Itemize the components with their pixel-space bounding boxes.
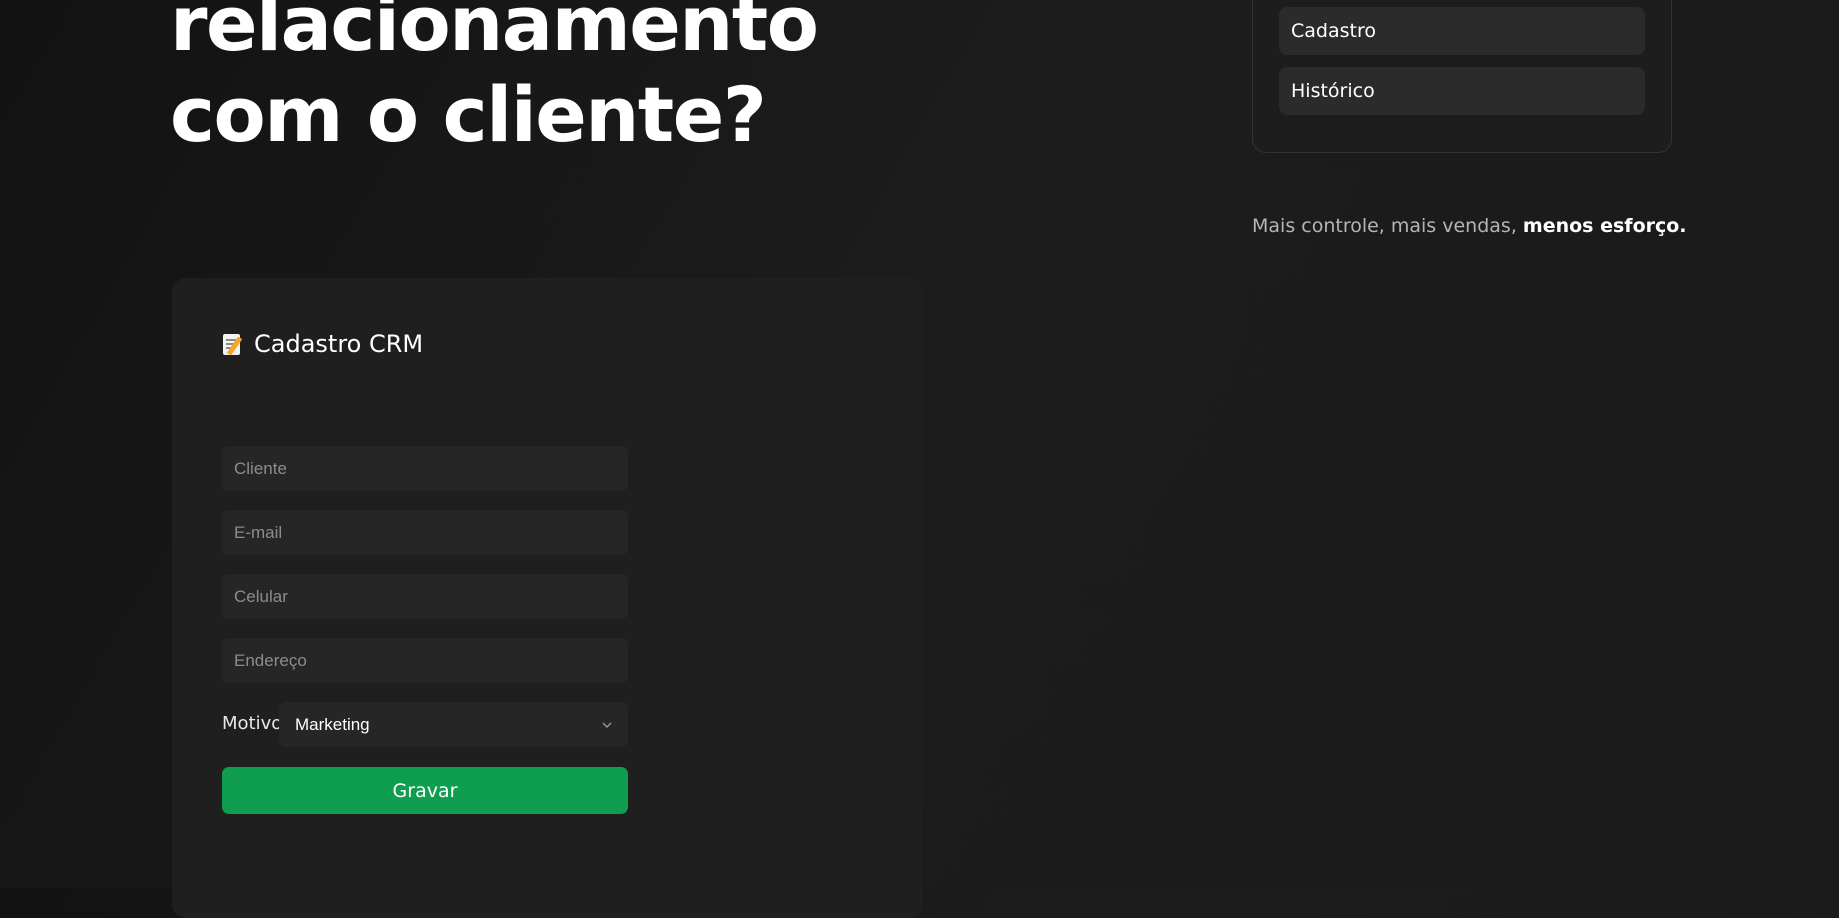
email-input[interactable] xyxy=(222,510,628,555)
cliente-input[interactable] xyxy=(222,446,628,491)
form-title-text: Cadastro CRM xyxy=(254,330,424,358)
hero-title-line-2: com o cliente? xyxy=(170,70,767,159)
nav-item-label: Histórico xyxy=(1291,80,1375,102)
nav-item-historico[interactable]: Histórico xyxy=(1279,67,1645,115)
chevron-down-icon xyxy=(602,722,612,728)
gravar-button[interactable]: Gravar xyxy=(222,767,628,814)
crm-form-card: Cadastro CRM Motivo Marketing Gravar xyxy=(172,278,923,918)
nav-card: Cadastro Histórico xyxy=(1252,0,1672,153)
nav-item-cadastro[interactable]: Cadastro xyxy=(1279,7,1645,55)
tagline-emphasis: menos esforço. xyxy=(1522,215,1687,237)
hero-title: relacionamento com o cliente? xyxy=(170,0,819,160)
tagline: Mais controle, mais vendas, menos esforç… xyxy=(1252,215,1687,237)
tagline-regular: Mais controle, mais vendas, xyxy=(1252,215,1523,237)
celular-input[interactable] xyxy=(222,574,628,619)
hero-title-line-1: relacionamento xyxy=(170,0,819,68)
nav-item-label: Cadastro xyxy=(1291,20,1376,42)
endereco-input[interactable] xyxy=(222,638,628,683)
form-title: Cadastro CRM xyxy=(222,330,423,358)
motivo-label: Motivo xyxy=(222,713,283,734)
motivo-selected-value: Marketing xyxy=(295,714,370,734)
memo-icon xyxy=(222,332,244,356)
motivo-select[interactable]: Marketing xyxy=(279,702,628,747)
